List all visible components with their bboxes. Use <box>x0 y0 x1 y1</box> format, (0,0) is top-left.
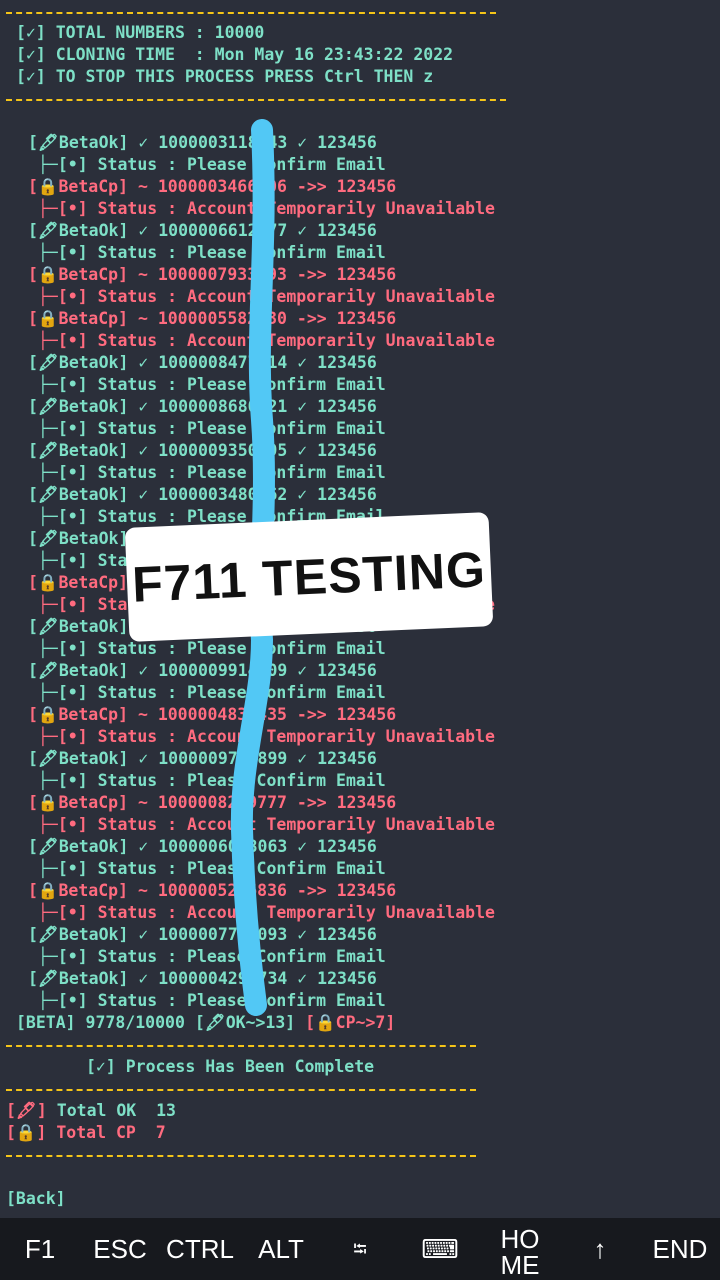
tab-icon[interactable]: ⭾ <box>330 1218 390 1280</box>
sticker-label: F711 TESTING <box>131 541 487 613</box>
extra-keys-bar: F1 ESC CTRL ALT ⭾ ⌨ HOME ↑ END <box>0 1218 720 1280</box>
arrow-up-icon[interactable]: ↑ <box>570 1218 630 1280</box>
keyboard-icon[interactable]: ⌨ <box>410 1218 470 1280</box>
key-home[interactable]: HOME <box>484 1218 556 1280</box>
key-ctrl[interactable]: CTRL <box>162 1218 238 1280</box>
testing-sticker: F711 TESTING <box>124 512 494 642</box>
key-f1[interactable]: F1 <box>10 1218 70 1280</box>
key-end[interactable]: END <box>644 1218 716 1280</box>
terminal-output: [✓] TOTAL NUMBERS : 10000 [✓] CLONING TI… <box>0 0 720 1218</box>
key-home-label: HOME <box>500 1224 540 1280</box>
key-alt[interactable]: ALT <box>250 1218 312 1280</box>
key-esc[interactable]: ESC <box>88 1218 152 1280</box>
